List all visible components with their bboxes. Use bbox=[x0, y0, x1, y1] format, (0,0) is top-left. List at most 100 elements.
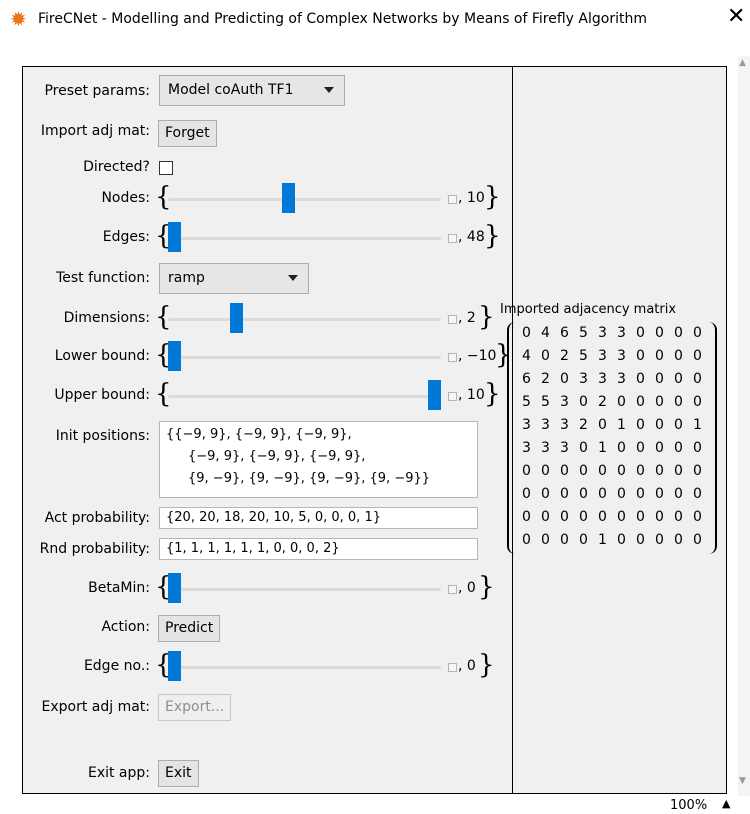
edge-no-slider-thumb[interactable] bbox=[168, 651, 181, 681]
matrix-cell: 2 bbox=[579, 417, 588, 433]
lower-bound-slider-thumb[interactable] bbox=[168, 341, 181, 371]
lower-bound-track[interactable] bbox=[168, 356, 441, 359]
matrix-cell: 0 bbox=[655, 440, 664, 456]
matrix-cell: 3 bbox=[598, 325, 607, 341]
edges-value: 48 bbox=[466, 229, 485, 245]
forget-button[interactable]: Forget bbox=[158, 120, 217, 147]
nodes-track[interactable] bbox=[168, 198, 441, 201]
upper-bound-label: Upper bound: bbox=[54, 387, 150, 403]
matrix-cell: 0 bbox=[579, 394, 588, 410]
nodes-slider-thumb[interactable] bbox=[282, 183, 296, 213]
dimensions-slider-thumb[interactable] bbox=[230, 303, 244, 333]
init-positions-input[interactable]: {{−9, 9}, {−9, 9}, {−9, 9}, {−9, 9}, {−9… bbox=[159, 421, 478, 498]
edge-no-value: 0 bbox=[466, 658, 476, 674]
matrix-cell: 0 bbox=[522, 509, 531, 525]
init-positions-line: {9, −9}, {9, −9}, {9, −9}, {9, −9}} bbox=[188, 471, 431, 486]
rnd-probability-input[interactable]: {1, 1, 1, 1, 1, 1, 0, 0, 0, 2} bbox=[159, 538, 478, 560]
matrix-cell: 2 bbox=[560, 348, 569, 364]
matrix-cell: 2 bbox=[598, 394, 607, 410]
left-brace: { bbox=[155, 182, 172, 212]
plus-icon[interactable] bbox=[448, 234, 457, 243]
right-brace: } bbox=[478, 572, 495, 602]
dimensions-label: Dimensions: bbox=[63, 310, 150, 326]
matrix-cell: 0 bbox=[579, 509, 588, 525]
matrix-cell: 3 bbox=[617, 371, 626, 387]
init-positions-label: Init positions: bbox=[55, 428, 150, 444]
vertical-scrollbar[interactable]: ▲ ▼ bbox=[738, 56, 750, 796]
matrix-cell: 0 bbox=[693, 440, 702, 456]
matrix-cell: 5 bbox=[522, 394, 531, 410]
matrix-cell: 0 bbox=[674, 394, 683, 410]
matrix-cell: 0 bbox=[693, 463, 702, 479]
predict-button[interactable]: Predict bbox=[158, 615, 221, 642]
edges-track[interactable] bbox=[168, 237, 441, 240]
window-title: FireCNet - Modelling and Predicting of C… bbox=[38, 11, 647, 27]
matrix-cell: 0 bbox=[693, 394, 702, 410]
matrix-cell: 0 bbox=[674, 371, 683, 387]
upper-bound-slider-thumb[interactable] bbox=[428, 380, 441, 410]
matrix-cell: 0 bbox=[541, 532, 550, 548]
test-function-dropdown[interactable]: ramp bbox=[159, 263, 309, 294]
action-label: Action: bbox=[101, 619, 150, 635]
test-function-label: Test function: bbox=[56, 270, 150, 286]
matrix-cell: 0 bbox=[560, 486, 569, 502]
matrix-cell: 1 bbox=[598, 532, 607, 548]
plus-icon[interactable] bbox=[448, 353, 457, 362]
plus-icon[interactable] bbox=[448, 195, 457, 204]
close-icon[interactable]: ✕ bbox=[727, 6, 745, 28]
matrix-cell: 0 bbox=[636, 348, 645, 364]
chevron-up-icon[interactable]: ▲ bbox=[722, 797, 730, 810]
matrix-cell: 0 bbox=[693, 509, 702, 525]
scroll-down-icon[interactable]: ▼ bbox=[739, 776, 746, 786]
matrix-cell: 0 bbox=[617, 532, 626, 548]
matrix-cell: 6 bbox=[522, 371, 531, 387]
matrix-cell: 0 bbox=[579, 463, 588, 479]
import-label: Import adj mat: bbox=[40, 123, 150, 139]
matrix-cell: 0 bbox=[636, 417, 645, 433]
dimensions-value: 2 bbox=[466, 310, 476, 326]
matrix-cell: 3 bbox=[560, 440, 569, 456]
plus-icon[interactable] bbox=[448, 392, 457, 401]
edges-slider-thumb[interactable] bbox=[168, 222, 181, 252]
edge-no-track[interactable] bbox=[168, 666, 441, 669]
chevron-down-icon bbox=[324, 87, 334, 93]
rnd-probability-label: Rnd probability: bbox=[39, 541, 150, 557]
preset-dropdown[interactable]: Model coAuth TF1 bbox=[159, 75, 345, 106]
beta-min-slider-thumb[interactable] bbox=[168, 573, 181, 603]
matrix-cell: 0 bbox=[655, 394, 664, 410]
matrix-cell: 0 bbox=[560, 509, 569, 525]
matrix-cell: 6 bbox=[560, 325, 569, 341]
lower-bound-value: −10 bbox=[466, 348, 497, 364]
matrix-cell: 0 bbox=[636, 486, 645, 502]
act-probability-input[interactable]: {20, 20, 18, 20, 10, 5, 0, 0, 0, 1} bbox=[159, 507, 478, 529]
plus-icon[interactable] bbox=[448, 663, 457, 672]
matrix-cell: 4 bbox=[522, 348, 531, 364]
scroll-up-icon[interactable]: ▲ bbox=[739, 58, 746, 68]
beta-min-label: BetaMin: bbox=[88, 580, 150, 596]
matrix-cell: 1 bbox=[617, 417, 626, 433]
matrix-cell: 0 bbox=[674, 417, 683, 433]
matrix-cell: 0 bbox=[617, 463, 626, 479]
matrix-row: 0000100000 bbox=[517, 529, 707, 552]
matrix-cell: 0 bbox=[693, 486, 702, 502]
matrix-row: 6203330000 bbox=[517, 368, 707, 391]
export-button[interactable]: Export... bbox=[158, 694, 232, 721]
exit-label: Exit app: bbox=[87, 765, 150, 781]
matrix-row: 0000000000 bbox=[517, 460, 707, 483]
dimensions-track[interactable] bbox=[168, 318, 441, 321]
exit-button[interactable]: Exit bbox=[158, 760, 199, 787]
plus-icon[interactable] bbox=[448, 585, 457, 594]
matrix-cell: 5 bbox=[579, 325, 588, 341]
matrix-row: 0465330000 bbox=[517, 322, 707, 345]
upper-bound-track[interactable] bbox=[168, 395, 441, 398]
directed-checkbox[interactable] bbox=[159, 161, 173, 175]
matrix-cell: 3 bbox=[579, 371, 588, 387]
adjacency-matrix: 0465330000402533000062033300005530200000… bbox=[507, 322, 717, 554]
matrix-cell: 0 bbox=[522, 532, 531, 548]
plus-icon[interactable] bbox=[448, 315, 457, 324]
zoom-level[interactable]: 100% bbox=[670, 798, 707, 813]
matrix-cell: 0 bbox=[636, 394, 645, 410]
beta-min-track[interactable] bbox=[168, 588, 441, 591]
matrix-cell: 0 bbox=[655, 486, 664, 502]
title-bar: ✹ FireCNet - Modelling and Predicting of… bbox=[0, 0, 750, 38]
